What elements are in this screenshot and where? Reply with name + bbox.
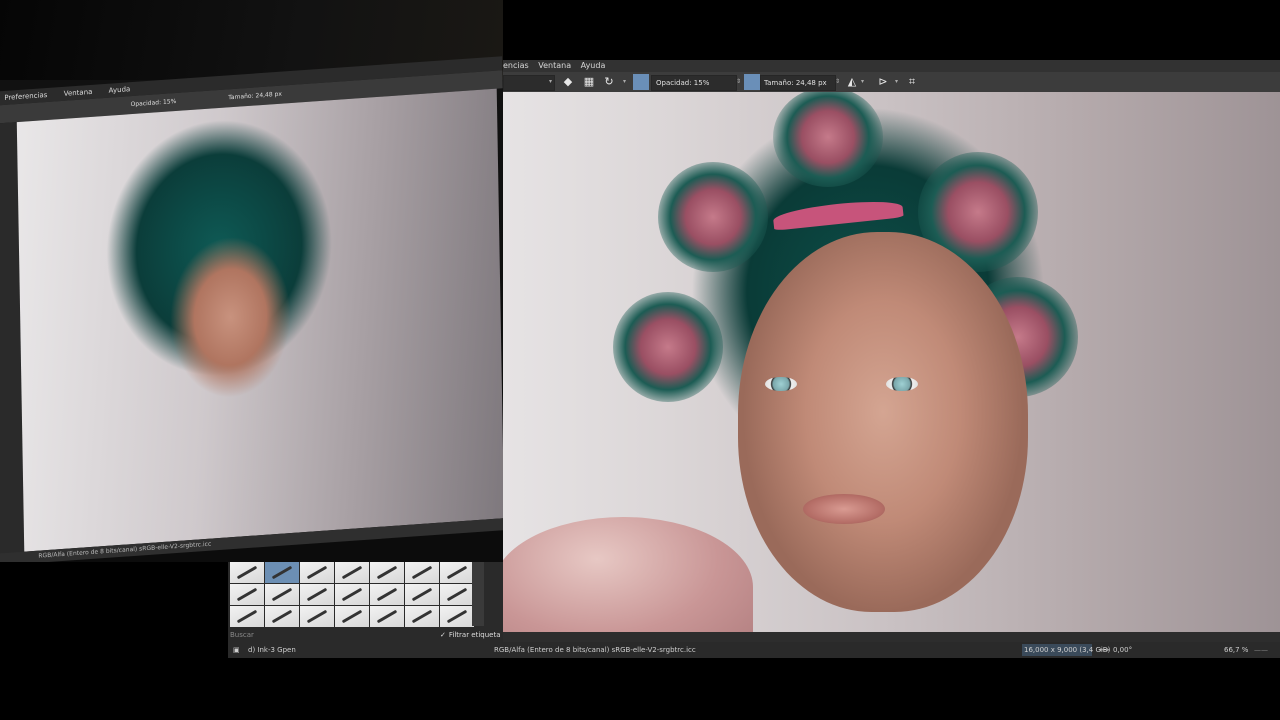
painting-hair-bun xyxy=(658,162,768,272)
alpha-lock-icon[interactable]: ▦ xyxy=(582,75,596,89)
statusbar: ▣ d) Ink-3 Gpen RGB/Alfa (Entero de 8 bi… xyxy=(228,642,1280,658)
monitor-canvas xyxy=(16,88,503,552)
menubar: encias Ventana Ayuda xyxy=(503,60,1280,72)
painting-lips xyxy=(803,494,885,524)
brush-preset[interactable] xyxy=(265,584,299,605)
rotation-icon: ⟷ xyxy=(1099,646,1110,654)
rotation-value: 0,00° xyxy=(1113,646,1133,654)
menu-help[interactable]: Ayuda xyxy=(581,61,606,70)
brush-toolbar: ▾ ◆ ▦ ↻ ▾ Opacidad: 15% ⇕ Tamaño: 24,48 … xyxy=(503,72,1280,92)
size-slider[interactable]: Tamaño: 24,48 px xyxy=(760,75,836,91)
brush-preset[interactable] xyxy=(370,606,404,627)
brush-preset[interactable] xyxy=(230,606,264,627)
blend-mode-select[interactable] xyxy=(503,75,555,91)
brush-preset[interactable] xyxy=(300,584,334,605)
menu-preferences[interactable]: encias xyxy=(503,61,529,70)
zoom-level[interactable]: 66,7 % xyxy=(1224,642,1248,658)
zoom-slider[interactable]: —— xyxy=(1254,642,1268,658)
monitor-menu-preferences: Preferencias xyxy=(4,90,48,102)
chevron-down-icon: ▾ xyxy=(623,78,627,85)
opacity-label: Opacidad: 15% xyxy=(656,79,710,87)
drawing-canvas[interactable] xyxy=(503,92,1280,632)
chevron-down-icon: ▾ xyxy=(549,78,553,85)
brush-icon[interactable]: ▣ xyxy=(233,642,240,658)
filter-tag-label: Filtrar etiqueta xyxy=(448,631,501,639)
monitor-size-label: Tamaño: 24,48 px xyxy=(228,90,282,102)
brush-presets-panel: Buscar ✓ Filtrar etiqueta xyxy=(228,562,503,642)
brush-preset-selected[interactable] xyxy=(265,562,299,583)
brush-preset[interactable] xyxy=(405,606,439,627)
brush-preset[interactable] xyxy=(230,562,264,583)
brush-preset[interactable] xyxy=(405,562,439,583)
brush-preset[interactable] xyxy=(300,562,334,583)
image-size: 16,000 x 9,000 (3,4 GiB) xyxy=(1024,646,1111,654)
mirror-vertical-icon[interactable]: ⊳ xyxy=(876,75,890,89)
painting-eye xyxy=(765,377,797,391)
spin-arrows-icon[interactable]: ⇕ xyxy=(835,72,840,92)
brush-name: d) Ink-3 Gpen xyxy=(248,646,296,654)
brush-preset-grid xyxy=(230,562,474,627)
mirror-horizontal-icon[interactable]: ◭ xyxy=(845,75,859,89)
painting-hair-bun xyxy=(613,292,723,402)
brush-preset[interactable] xyxy=(300,606,334,627)
brush-preset[interactable] xyxy=(405,584,439,605)
brush-search-input[interactable]: Buscar xyxy=(230,629,430,641)
brush-preset[interactable] xyxy=(370,584,404,605)
brush-preset[interactable] xyxy=(335,584,369,605)
color-info: RGB/Alfa (Entero de 8 bits/canal) sRGB-e… xyxy=(494,646,696,654)
monitor-photo: Preferencias Ventana Ayuda Opacidad: 15%… xyxy=(0,0,503,562)
brush-preset[interactable] xyxy=(440,584,474,605)
monitor-opacity-label: Opacidad: 15% xyxy=(130,97,177,109)
wrap-icon[interactable]: ⌗ xyxy=(905,75,919,89)
opacity-slider[interactable]: Opacidad: 15% xyxy=(651,75,737,91)
painting-face xyxy=(738,232,1028,612)
checkmark-icon: ✓ xyxy=(440,631,446,639)
reset-icon[interactable]: ↻ xyxy=(602,75,616,89)
brush-preset[interactable] xyxy=(335,606,369,627)
brush-preset[interactable] xyxy=(440,562,474,583)
brush-panel-scrollbar[interactable] xyxy=(472,562,484,626)
app-window: encias Ventana Ayuda ▾ ◆ ▦ ↻ ▾ Opacidad:… xyxy=(228,60,1280,658)
filter-tag-checkbox[interactable]: ✓ Filtrar etiqueta xyxy=(440,629,501,641)
monitor-screen: Preferencias Ventana Ayuda Opacidad: 15%… xyxy=(0,44,503,562)
brush-preset[interactable] xyxy=(370,562,404,583)
chevron-down-icon: ▾ xyxy=(895,78,899,85)
size-color-swatch[interactable] xyxy=(744,74,760,90)
painting-eye xyxy=(886,377,918,391)
size-label: Tamaño: 24,48 px xyxy=(764,79,827,87)
opacity-color-swatch[interactable] xyxy=(633,74,649,90)
brush-preset[interactable] xyxy=(335,562,369,583)
chevron-down-icon: ▾ xyxy=(861,78,865,85)
brush-preset[interactable] xyxy=(440,606,474,627)
eraser-icon[interactable]: ◆ xyxy=(561,75,575,89)
monitor-menu-help: Ayuda xyxy=(108,85,131,95)
brush-preset[interactable] xyxy=(265,606,299,627)
brush-preset[interactable] xyxy=(230,584,264,605)
menu-window[interactable]: Ventana xyxy=(538,61,571,70)
monitor-menu-window: Ventana xyxy=(63,87,93,98)
spin-arrows-icon[interactable]: ⇕ xyxy=(736,72,741,92)
